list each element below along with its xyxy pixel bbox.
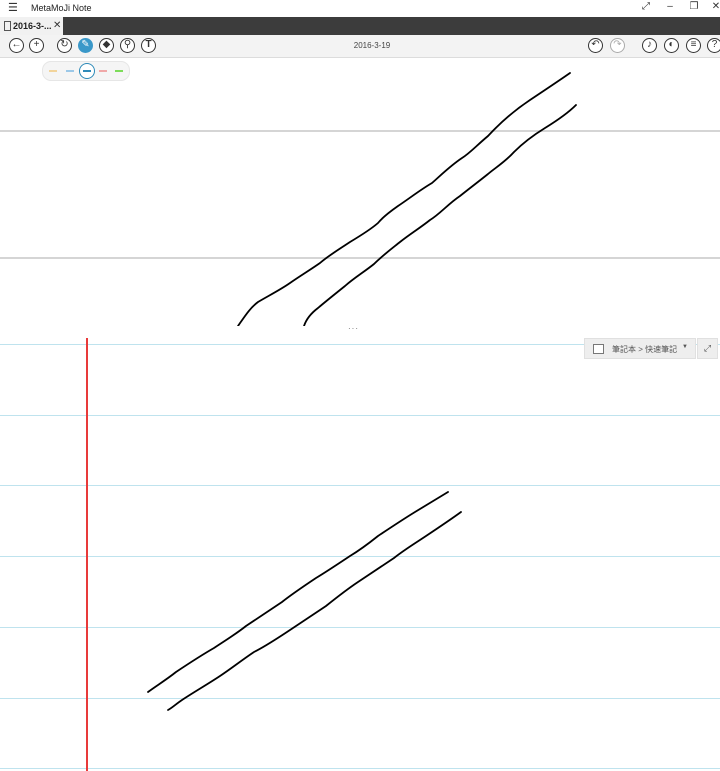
resize-handle[interactable]: ···	[348, 324, 359, 333]
tab-note[interactable]: 2016-3-... ✕	[0, 17, 63, 35]
back-icon[interactable]: ←	[9, 38, 24, 53]
toolbar: ← + ↻ ✎ ◆ ⚲ T 2016-3-19 ↶ ↷ ♪ ◐ ≡ ?	[0, 35, 720, 58]
minimize-button[interactable]: –	[664, 1, 676, 12]
pen-swatch	[115, 70, 123, 72]
pen-color-2-selected[interactable]	[79, 63, 95, 79]
chevron-down-icon[interactable]: ▼	[682, 344, 688, 350]
pen-icon[interactable]: ✎	[78, 38, 93, 53]
breadcrumb-text: 筆記本 > 快速筆記	[612, 345, 678, 354]
list-icon[interactable]: ≡	[686, 38, 701, 53]
fullscreen-button[interactable]: ⤢	[640, 1, 652, 12]
help-icon[interactable]: ?	[707, 38, 720, 53]
undo-icon[interactable]: ↶	[588, 38, 603, 53]
zoom-ink-strokes	[237, 72, 577, 326]
pen-swatch	[49, 70, 57, 72]
expand-icon[interactable]: ⤢	[697, 338, 718, 359]
pen-swatch	[83, 70, 91, 72]
pen-color-3[interactable]	[97, 65, 109, 77]
text-icon[interactable]: T	[141, 38, 156, 53]
zoom-writing-area[interactable]	[0, 58, 720, 326]
tab-bar: 2016-3-... ✕	[0, 17, 720, 35]
page-ink-strokes	[147, 491, 462, 711]
sync-icon[interactable]: ◐	[664, 38, 679, 53]
notebook-page[interactable]	[0, 336, 720, 771]
note-date: 2016-3-19	[353, 41, 391, 50]
pen-swatch	[99, 70, 107, 72]
notebook-icon	[593, 344, 604, 354]
pen-color-4[interactable]	[113, 65, 125, 77]
document-icon	[4, 21, 11, 31]
title-bar: ☰ MetaMoJi Note ⤢ – ❐ ✕	[0, 0, 720, 17]
tab-label: 2016-3-...	[13, 21, 52, 31]
lasso-icon[interactable]: ↻	[57, 38, 72, 53]
add-icon[interactable]: +	[29, 38, 44, 53]
pen-swatch	[66, 70, 74, 72]
close-window-button[interactable]: ✕	[710, 1, 720, 12]
redo-icon[interactable]: ↷	[610, 38, 625, 53]
pen-color-0[interactable]	[47, 65, 59, 77]
eraser-icon[interactable]: ◆	[99, 38, 114, 53]
tab-close-icon[interactable]: ✕	[53, 20, 61, 31]
restore-button[interactable]: ❐	[688, 1, 700, 12]
pen-color-palette	[42, 61, 130, 81]
pen-color-1[interactable]	[64, 65, 76, 77]
app-title: MetaMoJi Note	[31, 3, 92, 13]
highlighter-icon[interactable]: ⚲	[120, 38, 135, 53]
notebook-breadcrumb[interactable]: 筆記本 > 快速筆記 ▼	[584, 338, 696, 359]
mic-icon[interactable]: ♪	[642, 38, 657, 53]
hamburger-menu-icon[interactable]: ☰	[8, 1, 18, 14]
